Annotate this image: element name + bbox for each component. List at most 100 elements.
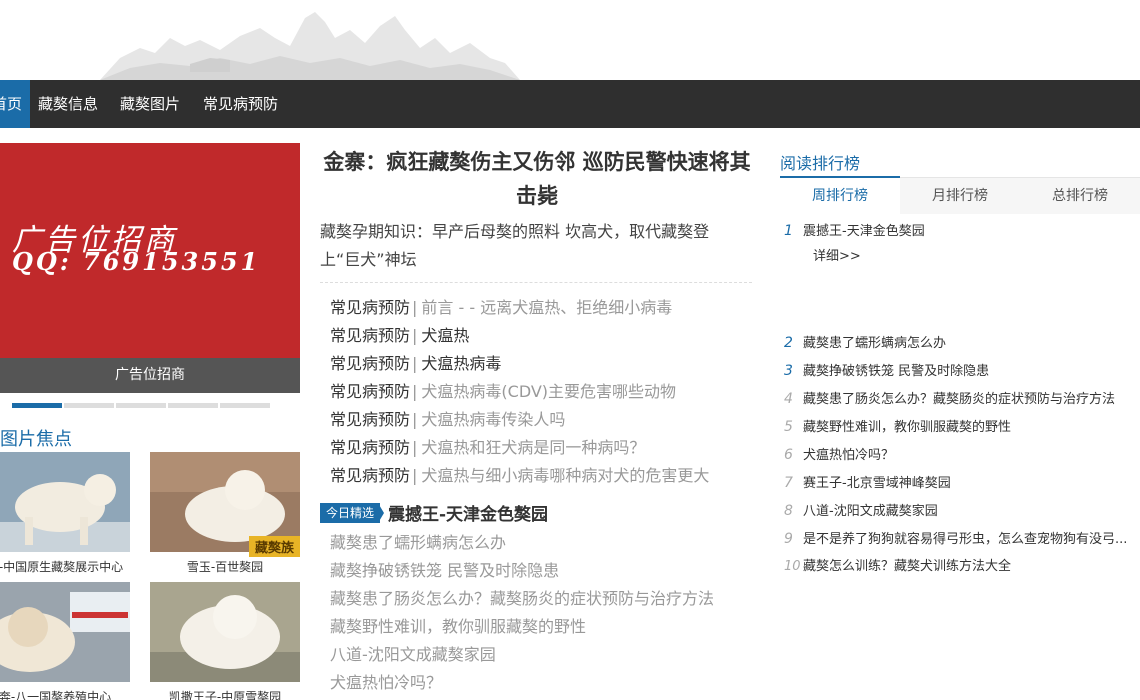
tab-monthly[interactable]: 月排行榜: [900, 178, 1020, 214]
news-separator: |: [412, 298, 418, 317]
news-title[interactable]: 犬瘟热: [421, 326, 469, 345]
news-separator: |: [412, 354, 418, 373]
pick-item[interactable]: 藏獒野性难训，教你驯服藏獒的野性: [330, 613, 586, 641]
news-title[interactable]: 犬瘟热病毒: [421, 354, 501, 373]
mountain-landscape-graphic: [100, 12, 520, 80]
news-title[interactable]: 犬瘟热与细小病毒哪种病对犬的危害更大: [421, 466, 709, 485]
photo-thumb[interactable]: 达-中国原生藏獒展示中心: [0, 452, 130, 582]
rank-number: 4: [784, 391, 793, 407]
news-category[interactable]: 常见病预防: [330, 382, 410, 401]
ad-banner[interactable]: 广告位招商 QQ: 769153551 广告位招商: [0, 143, 300, 393]
rank-title[interactable]: 藏獒怎么训练？藏獒犬训练方法大全: [803, 559, 1011, 574]
ranking-item[interactable]: 2 藏獒患了蠕形螨病怎么办: [784, 329, 946, 357]
nav-item-home[interactable]: 首页: [0, 80, 30, 128]
slider-dot[interactable]: [12, 403, 62, 408]
photo-thumb[interactable]: 藏獒族 雪玉-百世獒园: [150, 452, 300, 582]
nav-item-pictures[interactable]: 藏獒图片: [120, 80, 180, 128]
news-category[interactable]: 常见病预防: [330, 354, 410, 373]
pick-item[interactable]: 藏獒挣破锈铁笼 民警及时除隐患: [330, 557, 559, 585]
news-title[interactable]: 犬瘟热病毒(CDV)主要危害哪些动物: [421, 382, 676, 401]
news-item[interactable]: 常见病预防 | 犬瘟热病毒(CDV)主要危害哪些动物: [330, 378, 676, 406]
rank-title[interactable]: 是不是养了狗狗就容易得弓形虫，怎么查宠物狗有没弓...: [803, 532, 1127, 547]
rank-title[interactable]: 八道-沈阳文成藏獒家园: [803, 504, 938, 519]
rank-number: 5: [784, 419, 793, 435]
todays-pick-title[interactable]: 震撼王-天津金色獒园: [388, 500, 548, 525]
news-item[interactable]: 常见病预防 | 犬瘟热和狂犬病是同一种病吗？: [330, 434, 645, 462]
ranking-item[interactable]: 6 犬瘟热怕冷吗？: [784, 441, 894, 469]
ad-banner-contact: QQ: 769153551: [12, 247, 261, 276]
rank-title[interactable]: 犬瘟热怕冷吗？: [803, 448, 894, 463]
news-category[interactable]: 常见病预防: [330, 410, 410, 429]
pick-item[interactable]: 藏獒患了肠炎怎么办？藏獒肠炎的症状预防与治疗方法: [330, 585, 714, 613]
slider-dot[interactable]: [168, 403, 218, 408]
news-item[interactable]: 常见病预防 | 犬瘟热与细小病毒哪种病对犬的危害更大: [330, 462, 709, 490]
rank-title[interactable]: 震撼王-天津金色獒园: [803, 224, 925, 239]
news-separator: |: [412, 466, 418, 485]
news-category[interactable]: 常见病预防: [330, 466, 410, 485]
news-separator: |: [412, 410, 418, 429]
ranking-item[interactable]: 4 藏獒患了肠炎怎么办？藏獒肠炎的症状预防与治疗方法: [784, 385, 1115, 413]
news-item[interactable]: 常见病预防 | 前言 - - 远离犬瘟热、拒绝细小病毒: [330, 294, 672, 322]
news-title[interactable]: 前言 - - 远离犬瘟热、拒绝细小病毒: [421, 298, 672, 317]
brand-tag: 藏獒族: [248, 536, 300, 557]
ranking-item[interactable]: 9 是不是养了狗狗就容易得弓形虫，怎么查宠物狗有没弓...: [784, 525, 1127, 553]
ad-banner-caption: 广告位招商: [0, 358, 300, 393]
news-category[interactable]: 常见病预防: [330, 438, 410, 457]
news-separator: |: [412, 438, 418, 457]
news-title[interactable]: 犬瘟热和狂犬病是同一种病吗？: [421, 438, 645, 457]
rank-number: 3: [784, 363, 793, 379]
news-category[interactable]: 常见病预防: [330, 298, 410, 317]
slider-dot[interactable]: [220, 403, 270, 408]
slider-indicator: [12, 403, 272, 409]
rank-number: 2: [784, 335, 793, 351]
rank-title[interactable]: 藏獒挣破锈铁笼 民警及时除隐患: [803, 364, 989, 379]
rank-number: 7: [784, 475, 793, 491]
todays-pick-badge: 今日精选: [320, 503, 381, 523]
pick-item[interactable]: 犬瘟热怕冷吗？: [330, 669, 442, 697]
news-item[interactable]: 常见病预防 | 犬瘟热: [330, 322, 469, 350]
news-title[interactable]: 犬瘟热病毒传染人吗: [421, 410, 565, 429]
headline-subtitle[interactable]: 藏獒孕期知识：早产后母獒的照料 坎高犬，取代藏獒登上“巨犬”神坛: [320, 218, 720, 274]
photo-caption[interactable]: 凯撒王子-中原雪獒园: [150, 685, 300, 700]
ranking-item[interactable]: 7 赛王子-北京雪域神峰獒园: [784, 469, 951, 497]
divider: [320, 282, 752, 283]
news-item[interactable]: 常见病预防 | 犬瘟热病毒: [330, 350, 501, 378]
pick-item[interactable]: 八道-沈阳文成藏獒家园: [330, 641, 496, 669]
rank-title[interactable]: 藏獒患了肠炎怎么办？藏獒肠炎的症状预防与治疗方法: [803, 392, 1115, 407]
photo-thumb[interactable]: 凯撒王子-中原雪獒园: [150, 582, 300, 700]
slider-dot[interactable]: [64, 403, 114, 408]
photo-caption[interactable]: 达-中国原生藏獒展示中心: [0, 555, 130, 579]
rank-title[interactable]: 赛王子-北京雪域神峰獒园: [803, 476, 951, 491]
nav-item-info[interactable]: 藏獒信息: [38, 80, 98, 128]
photo-caption[interactable]: 奔-八一国獒养殖中心: [0, 685, 130, 700]
rank-title[interactable]: 藏獒患了蠕形螨病怎么办: [803, 336, 946, 351]
ranking-item[interactable]: 1 震撼王-天津金色獒园: [784, 217, 925, 245]
news-separator: |: [412, 326, 418, 345]
photo-focus-title: 今日图片焦点: [0, 429, 72, 450]
dog-photo: [0, 452, 130, 552]
nav-item-disease-prevention[interactable]: 常见病预防: [203, 80, 278, 128]
headline-title[interactable]: 金寨：疯狂藏獒伤主又伤邻 巡防民警快速将其击毙: [322, 145, 752, 213]
news-item[interactable]: 常见病预防 | 犬瘟热病毒传染人吗: [330, 406, 565, 434]
tab-weekly[interactable]: 周排行榜: [780, 178, 900, 214]
ranking-item[interactable]: 10 藏獒怎么训练？藏獒犬训练方法大全: [784, 553, 1011, 581]
ranking-item[interactable]: 5 藏獒野性难训，教你驯服藏獒的野性: [784, 413, 1011, 441]
tab-total[interactable]: 总排行榜: [1020, 178, 1140, 214]
pick-item[interactable]: 藏獒患了蠕形螨病怎么办: [330, 529, 506, 557]
rank-number: 10: [784, 559, 801, 574]
rank-number: 1: [784, 223, 793, 239]
slider-dot[interactable]: [116, 403, 166, 408]
ranking-tabs: 周排行榜 月排行榜 总排行榜: [780, 178, 1140, 214]
detail-link[interactable]: 详细>>: [813, 245, 861, 264]
photo-caption[interactable]: 雪玉-百世獒园: [150, 555, 300, 579]
ad-banner-image[interactable]: 广告位招商 QQ: 769153551: [0, 143, 300, 358]
ranking-item[interactable]: 3 藏獒挣破锈铁笼 民警及时除隐患: [784, 357, 989, 385]
rank-number: 9: [784, 531, 793, 547]
ranking-item[interactable]: 8 八道-沈阳文成藏獒家园: [784, 497, 938, 525]
badge-arrow-icon: [378, 503, 384, 523]
rank-number: 6: [784, 447, 793, 463]
rank-title[interactable]: 藏獒野性难训，教你驯服藏獒的野性: [803, 420, 1011, 435]
photo-thumb[interactable]: 奔-八一国獒养殖中心: [0, 582, 130, 700]
news-category[interactable]: 常见病预防: [330, 326, 410, 345]
rank-number: 8: [784, 503, 793, 519]
